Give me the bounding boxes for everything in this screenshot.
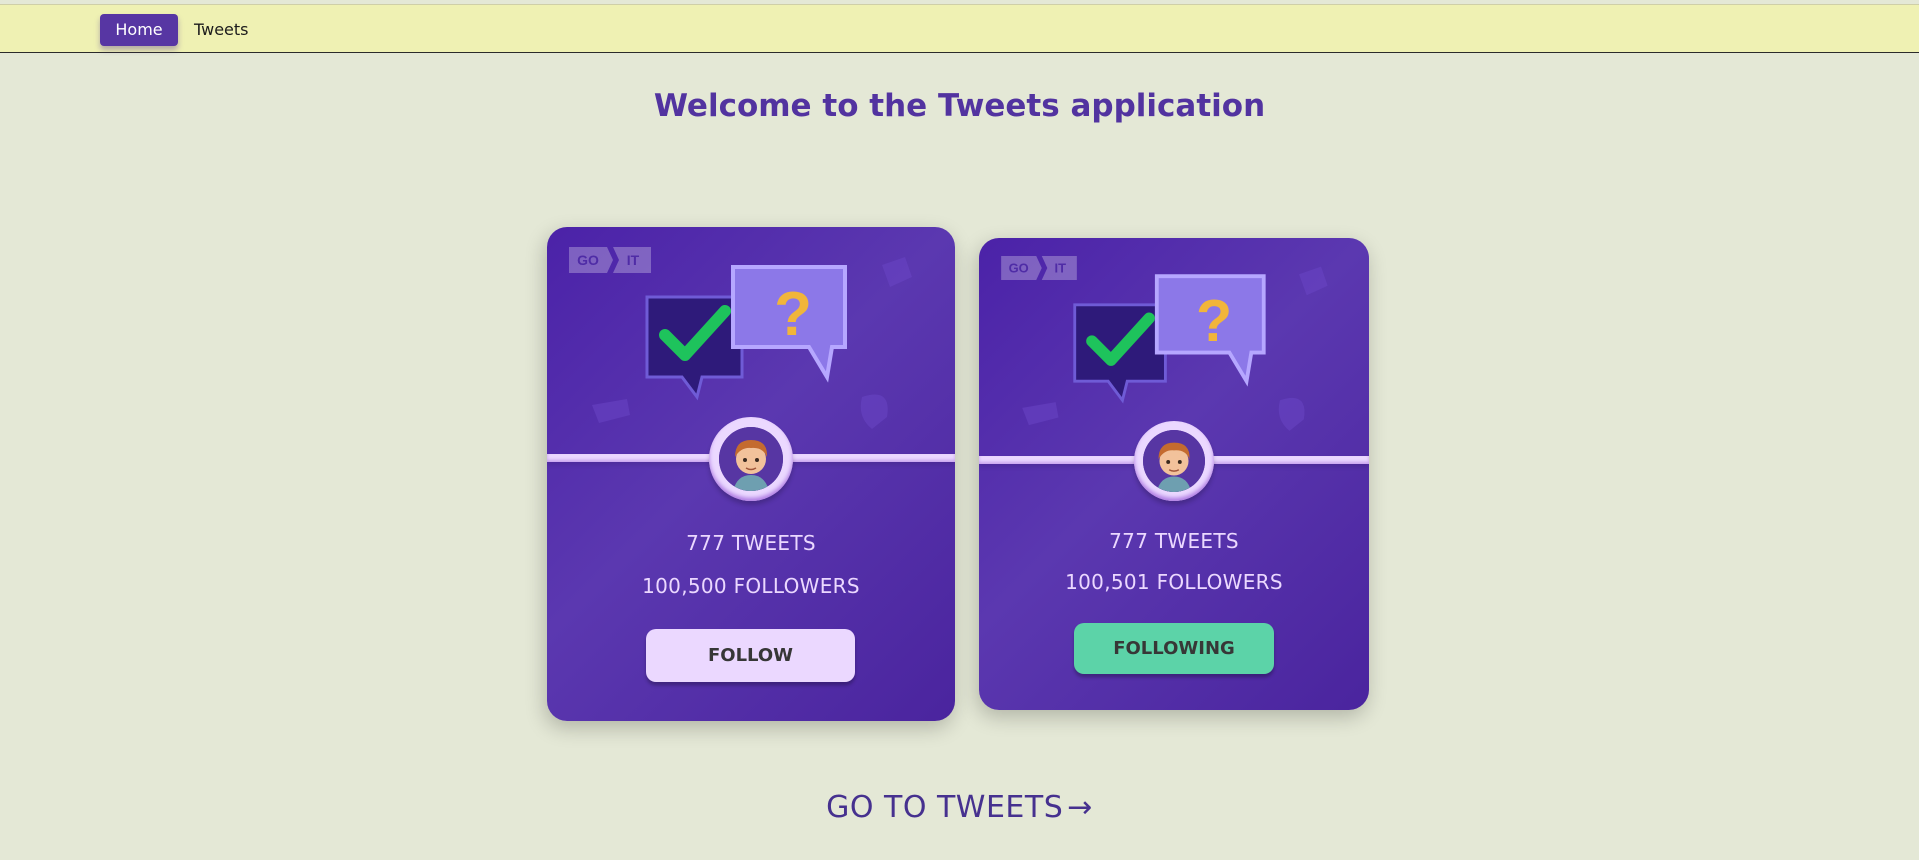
tweets-count: 777 TWEETS [686,531,816,555]
followers-count: 100,501 FOLLOWERS [1065,570,1283,594]
hero-illustration: ? [1022,266,1328,431]
check-bubble-icon [645,295,744,401]
question-bubble-icon: ? [731,265,847,383]
user-card: GO IT ? [547,227,955,721]
boy-avatar-icon [719,427,783,491]
check-bubble-icon [1073,303,1167,404]
page-title: Welcome to the Tweets application [653,88,1266,124]
svg-text:?: ? [1196,287,1232,354]
tweets-count: 777 TWEETS [1109,529,1239,553]
header-bar: Home Tweets [0,4,1919,53]
nav-tweets-link[interactable]: Tweets [194,14,249,46]
go-to-tweets-link[interactable]: GO TO TWEETS → [0,790,1919,825]
svg-text:?: ? [774,280,812,349]
follow-button[interactable]: FOLLOW [646,629,855,682]
nav-home-link[interactable]: Home [100,14,178,46]
user-card: GO IT ? [979,238,1369,710]
go-to-tweets-label: GO TO TWEETS [826,790,1064,825]
following-button[interactable]: FOLLOWING [1074,623,1274,674]
avatar [709,417,793,501]
boy-avatar-icon [1143,430,1205,492]
avatar [1134,421,1214,501]
followers-count: 100,500 FOLLOWERS [642,574,860,598]
hero-illustration: ? [592,257,912,429]
question-bubble-icon: ? [1154,274,1266,387]
arrow-right-icon: → [1067,790,1093,825]
